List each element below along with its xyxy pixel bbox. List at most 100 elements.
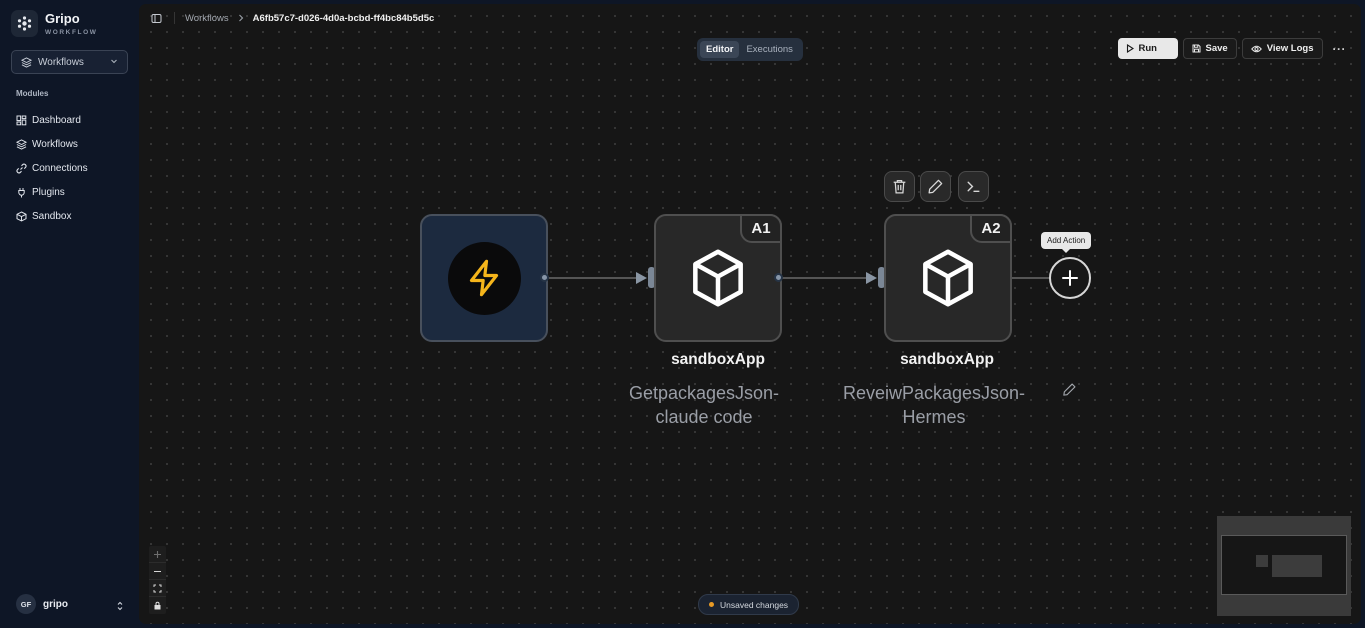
fit-view-button[interactable]	[149, 580, 166, 597]
node-description-a1-line1: GetpackagesJson-	[628, 383, 780, 403]
breadcrumb-workflows[interactable]: Workflows	[185, 13, 229, 24]
plug-icon	[16, 187, 27, 198]
sidebar-nav: Dashboard Workflows Connections Plugins …	[16, 108, 88, 228]
edge-a2-add	[1012, 277, 1052, 279]
sidebar-item-label: Sandbox	[32, 210, 72, 222]
zoom-out-button[interactable]	[149, 563, 166, 580]
sidebar: Gripo WORKFLOW Workflows Modules Dashboa…	[0, 0, 139, 628]
sidebar-item-connections[interactable]: Connections	[16, 156, 88, 180]
box-icon	[923, 249, 973, 307]
brand-subtitle: WORKFLOW	[45, 28, 98, 36]
trash-icon	[893, 180, 906, 194]
user-menu[interactable]: GF gripo	[16, 594, 124, 614]
minus-icon	[154, 570, 161, 572]
box-icon	[693, 249, 743, 307]
view-logs-label: View Logs	[1266, 43, 1314, 54]
add-action-tooltip: Add Action	[1041, 232, 1092, 253]
chevron-up-down-icon	[116, 598, 124, 616]
topbar: Workflows A6fb57c7-d026-4d0a-bcbd-ff4bc8…	[139, 4, 1361, 32]
node-badge-a1: A1	[740, 214, 782, 243]
chevron-down-icon	[110, 57, 118, 68]
node-description-a2: ReveiwPackagesJson- Hermes	[819, 381, 1049, 429]
brand-name: Gripo	[45, 10, 80, 26]
workspace-select[interactable]: Workflows	[11, 50, 128, 74]
sidebar-item-label: Plugins	[32, 186, 65, 198]
sidebar-item-label: Workflows	[32, 138, 78, 150]
breadcrumb-current: A6fb57c7-d026-4d0a-bcbd-ff4bc84b5d5c	[252, 12, 435, 24]
workspace-select-value: Workflows	[38, 56, 84, 68]
minimap-node	[1256, 555, 1268, 567]
plus-icon	[1062, 270, 1078, 286]
trigger-icon-circle	[447, 241, 521, 315]
a1-output-handle[interactable]	[774, 273, 783, 282]
action-node-a2[interactable]: A2	[884, 214, 1012, 342]
link-icon	[16, 163, 27, 174]
node-title-a1: sandboxApp	[671, 351, 765, 368]
more-options-icon[interactable]: ···	[1333, 42, 1347, 56]
minimap-viewport	[1221, 535, 1347, 595]
sidebar-item-label: Connections	[32, 162, 88, 174]
terminal-icon	[967, 181, 980, 192]
edit-node-button[interactable]	[920, 171, 951, 202]
view-logs-button[interactable]: View Logs	[1241, 38, 1323, 59]
sidebar-toggle-icon[interactable]	[151, 13, 162, 24]
trigger-node[interactable]	[420, 214, 548, 342]
workflow-canvas[interactable]: Workflows A6fb57c7-d026-4d0a-bcbd-ff4bc8…	[139, 4, 1361, 624]
trigger-output-handle[interactable]	[540, 273, 549, 282]
pencil-icon	[928, 179, 943, 194]
unsaved-label: Unsaved changes	[720, 599, 789, 610]
edge-trigger-a1	[549, 277, 637, 279]
chevron-right-icon	[238, 14, 244, 22]
action-node-a1[interactable]: A1	[654, 214, 782, 342]
play-icon	[1126, 44, 1134, 53]
tab-executions[interactable]: Executions	[740, 41, 798, 58]
plus-icon	[154, 550, 161, 558]
save-label: Save	[1205, 43, 1228, 54]
node-description-a1-line2: claude code	[655, 407, 753, 427]
run-button[interactable]: Run	[1117, 38, 1178, 59]
add-action-button[interactable]	[1049, 257, 1091, 299]
minimap-node	[1272, 555, 1322, 577]
eye-icon	[1250, 45, 1262, 53]
fit-view-icon	[153, 584, 162, 592]
sidebar-item-sandbox[interactable]: Sandbox	[16, 204, 88, 228]
dashboard-icon	[16, 115, 27, 126]
layers-icon	[21, 56, 32, 68]
tab-editor[interactable]: Editor	[700, 41, 740, 58]
zoom-in-button[interactable]	[149, 546, 166, 563]
edge-arrow-icon	[636, 272, 647, 284]
toolbar-actions: Run Save View Logs ···	[1113, 38, 1347, 59]
lightning-icon	[469, 259, 499, 297]
run-label: Run	[1138, 43, 1157, 54]
view-tabs: Editor Executions	[697, 38, 803, 61]
node-description-a2-line1: ReveiwPackagesJson-	[842, 383, 1026, 403]
delete-node-button[interactable]	[884, 171, 915, 202]
edge-a1-a2	[782, 277, 867, 279]
sidebar-item-workflows[interactable]: Workflows	[16, 132, 88, 156]
edge-arrow-icon	[866, 272, 877, 284]
sidebar-item-plugins[interactable]: Plugins	[16, 180, 88, 204]
node-badge-a2: A2	[970, 214, 1012, 243]
lock-icon	[154, 601, 161, 610]
edit-description-icon[interactable]	[1062, 382, 1077, 397]
brand[interactable]: Gripo WORKFLOW	[11, 10, 98, 37]
unsaved-status-badge: Unsaved changes	[698, 594, 800, 615]
layers-icon	[16, 138, 27, 150]
gripo-logo-icon	[11, 10, 38, 37]
avatar: GF	[16, 594, 36, 614]
box-icon	[16, 210, 27, 222]
terminal-node-button[interactable]	[958, 171, 989, 202]
lock-button[interactable]	[149, 597, 166, 614]
save-button[interactable]: Save	[1182, 38, 1237, 59]
modules-label: Modules	[16, 89, 49, 98]
minimap[interactable]	[1217, 516, 1351, 616]
sidebar-item-dashboard[interactable]: Dashboard	[16, 108, 88, 132]
sidebar-item-label: Dashboard	[32, 114, 81, 126]
node-title-a2: sandboxApp	[900, 351, 994, 368]
node-description-a2-line2: Hermes	[902, 407, 966, 427]
node-description-a1: GetpackagesJson- claude code	[589, 381, 819, 429]
save-icon	[1192, 44, 1201, 53]
user-name: gripo	[43, 598, 68, 610]
divider	[174, 12, 175, 24]
status-dot	[709, 602, 714, 607]
